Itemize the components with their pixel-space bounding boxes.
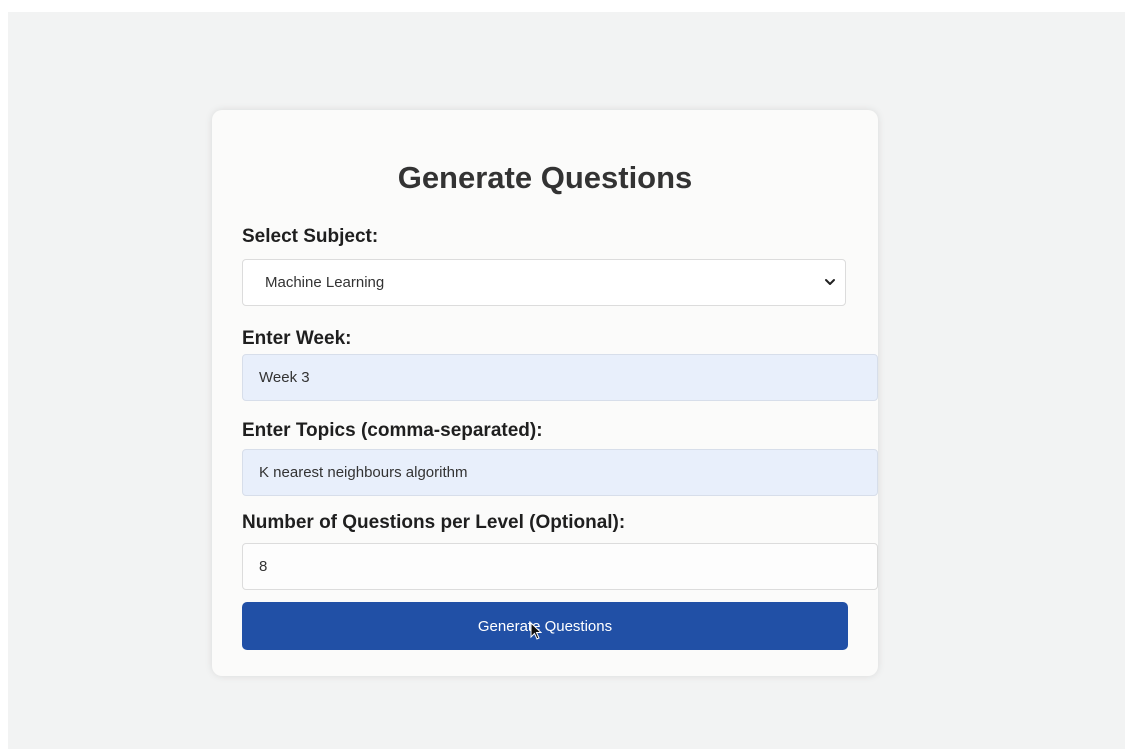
question-generator-card: Generate Questions Select Subject: Machi… bbox=[212, 110, 878, 676]
questions-count-value: 8 bbox=[259, 558, 268, 575]
topics-input[interactable]: K nearest neighbours algorithm bbox=[242, 449, 878, 496]
generate-questions-button[interactable]: Generate Questions bbox=[242, 602, 848, 650]
questions-count-input[interactable]: 8 bbox=[242, 543, 878, 590]
subject-label: Select Subject: bbox=[242, 226, 379, 247]
week-input[interactable]: Week 3 bbox=[242, 354, 878, 401]
chevron-down-icon bbox=[825, 279, 835, 285]
generate-questions-button-label: Generate Questions bbox=[477, 617, 613, 635]
subject-select[interactable]: Machine Learning bbox=[242, 259, 846, 306]
form-title: Generate Questions bbox=[397, 160, 693, 195]
page-background: Generate Questions Select Subject: Machi… bbox=[8, 12, 1125, 749]
questions-count-label: Number of Questions per Level (Optional)… bbox=[242, 512, 626, 533]
cursor-pointer-icon bbox=[530, 622, 542, 640]
week-label: Enter Week: bbox=[242, 328, 352, 349]
topics-input-value: K nearest neighbours algorithm bbox=[259, 464, 468, 481]
week-input-value: Week 3 bbox=[259, 369, 310, 386]
subject-select-value: Machine Learning bbox=[265, 274, 385, 291]
topics-label: Enter Topics (comma-separated): bbox=[242, 420, 543, 441]
